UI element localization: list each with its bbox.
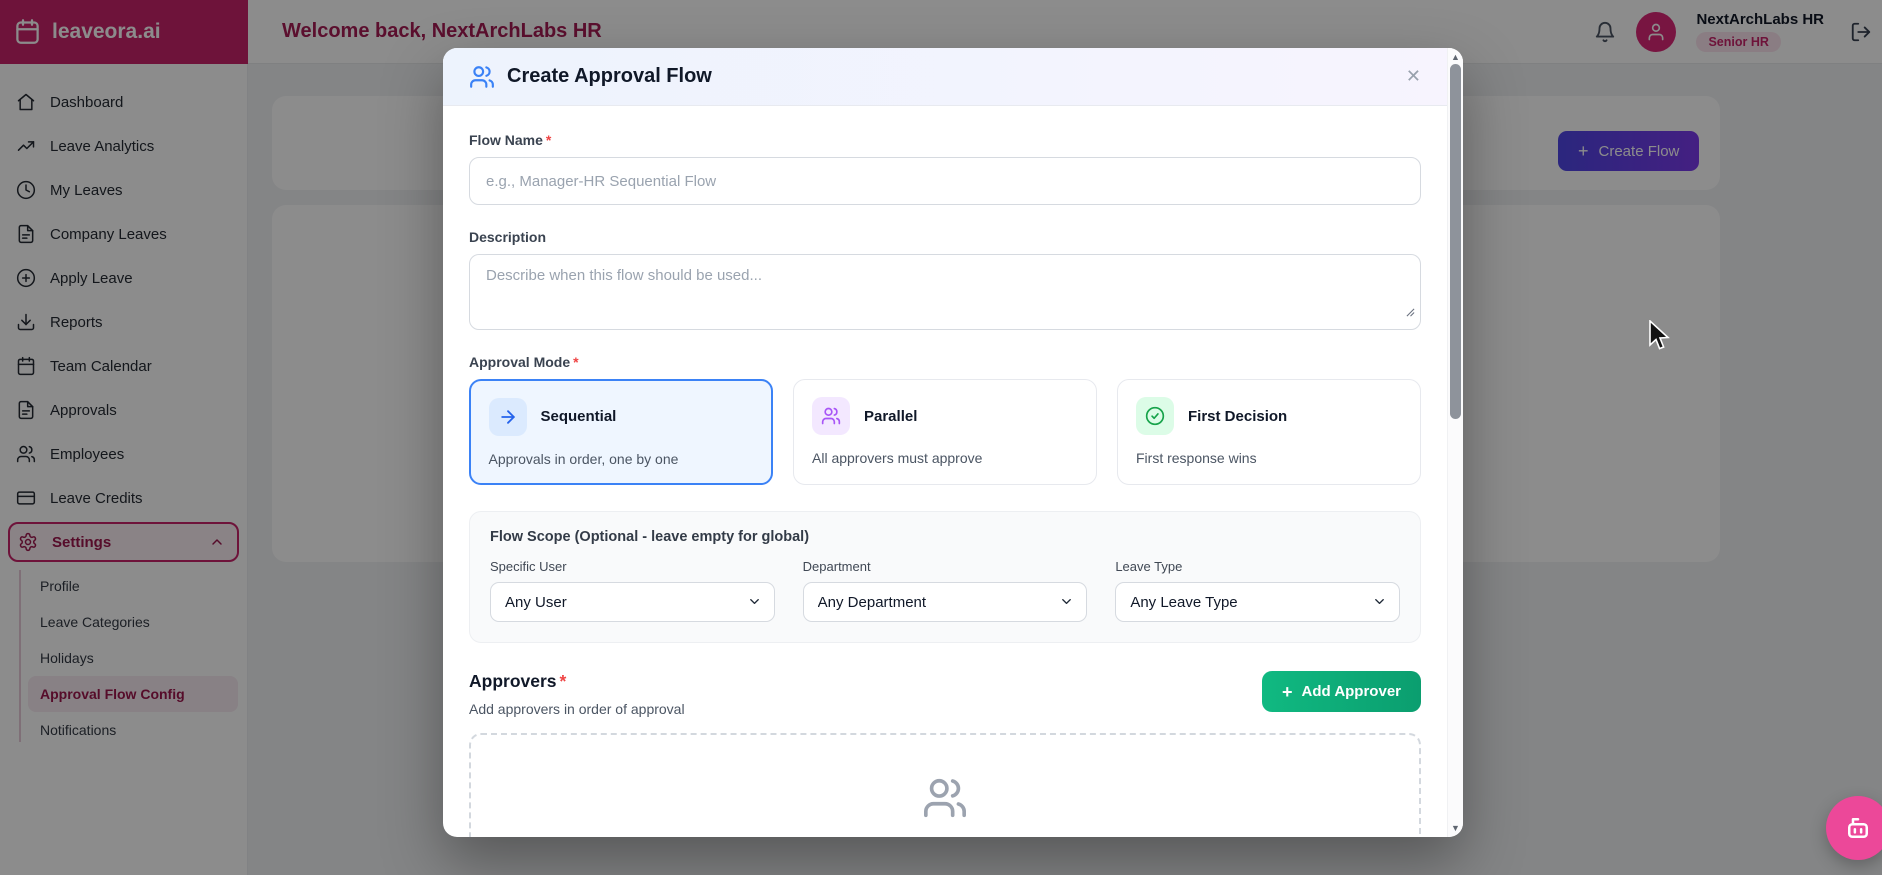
arrow-right-icon — [488, 397, 527, 436]
robot-icon — [1843, 813, 1873, 843]
close-icon: ✕ — [1405, 66, 1421, 86]
required-mark: * — [559, 671, 567, 691]
mode-name: First Decision — [1188, 407, 1288, 425]
approvers-titles: Approvers * Add approvers in order of app… — [469, 671, 685, 717]
add-approver-button[interactable]: + Add Approver — [1262, 671, 1421, 712]
label-text: Approval Mode — [469, 354, 571, 370]
modal-scrollbar[interactable]: ▲ ▼ — [1447, 48, 1463, 837]
flow-name-group: Flow Name * — [469, 132, 1421, 205]
app-root: leaveora.ai Welcome back, NextArchLabs H… — [0, 0, 1882, 875]
mode-desc: All approvers must approve — [812, 450, 983, 466]
description-label: Description — [469, 229, 547, 245]
description-textarea[interactable] — [469, 254, 1421, 330]
close-button[interactable]: ✕ — [1406, 66, 1421, 87]
scroll-down-arrow[interactable]: ▼ — [1448, 823, 1463, 833]
mode-card-head: Parallel — [812, 397, 1078, 435]
leave-type-select[interactable]: Any Leave Type — [1115, 582, 1400, 622]
approvers-empty-dropzone — [469, 733, 1421, 837]
mode-name: Sequential — [540, 408, 617, 425]
resize-handle-icon[interactable] — [1406, 304, 1415, 322]
mode-card-parallel[interactable]: Parallel All approvers must approve — [793, 379, 1097, 485]
required-mark: * — [545, 132, 552, 148]
select-wrap: Any Leave Type — [1115, 582, 1400, 622]
create-approval-flow-modal: Create Approval Flow ✕ Flow Name* Descri… — [443, 48, 1463, 837]
flow-name-input[interactable] — [469, 157, 1421, 205]
mode-card-head: Sequential — [488, 397, 754, 436]
scope-label: Specific User — [490, 559, 567, 574]
flow-name-label: Flow Name * — [469, 132, 1421, 148]
mode-name: Parallel — [864, 407, 918, 425]
scroll-up-arrow[interactable]: ▲ — [1448, 52, 1463, 62]
select-wrap: Any User — [490, 582, 775, 622]
mode-card-head: First Decision — [1136, 397, 1402, 435]
scope-label: Department — [802, 559, 871, 574]
approval-mode-group: Approval Mode * Sequential Approvals in o… — [469, 354, 1421, 485]
approval-mode-label: Approval Mode * — [469, 354, 1421, 370]
mode-card-first-decision[interactable]: First Decision First response wins — [1117, 379, 1421, 485]
approvers-header-row: Approvers * Add approvers in order of app… — [469, 671, 1421, 717]
add-approver-label: Add Approver — [1301, 683, 1401, 700]
chat-fab-button[interactable] — [1826, 796, 1882, 860]
flow-scope-grid: Specific User Any User Department Any De… — [490, 559, 1400, 622]
check-circle-icon — [1136, 397, 1174, 435]
department-select[interactable]: Any Department — [802, 582, 1088, 622]
select-wrap: Any Department — [802, 582, 1088, 622]
description-group: Description — [469, 229, 1421, 330]
mode-card-sequential[interactable]: Sequential Approvals in order, one by on… — [469, 379, 773, 485]
specific-user-select[interactable]: Any User — [490, 582, 775, 622]
scope-label: Leave Type — [1115, 559, 1183, 574]
users-icon — [469, 64, 495, 90]
scrollbar-thumb[interactable] — [1450, 64, 1461, 419]
users-icon — [812, 397, 850, 435]
label-text: Approvers — [469, 671, 557, 691]
flow-scope-panel: Flow Scope (Optional - leave empty for g… — [469, 511, 1421, 643]
plus-icon: + — [1282, 681, 1293, 702]
modal-body: Flow Name* Description Approval Mode* — [443, 106, 1447, 837]
modal-main: Create Approval Flow ✕ Flow Name* Descri… — [443, 48, 1447, 837]
approval-mode-options: Sequential Approvals in order, one by on… — [469, 379, 1421, 485]
scope-field-specific-user: Specific User Any User — [490, 559, 775, 622]
approvers-hint: Add approvers in order of approval — [469, 701, 685, 717]
modal-header: Create Approval Flow ✕ — [443, 48, 1447, 106]
flow-scope-title: Flow Scope (Optional - leave empty for g… — [490, 529, 810, 545]
mode-desc: First response wins — [1136, 450, 1257, 466]
approvers-title: Approvers * — [469, 671, 685, 692]
required-mark: * — [573, 354, 579, 370]
scope-field-leave-type: Leave Type Any Leave Type — [1115, 559, 1400, 622]
modal-title: Create Approval Flow — [507, 65, 712, 87]
description-wrap — [469, 254, 1421, 330]
scope-field-department: Department Any Department — [802, 559, 1088, 622]
label-text: Flow Name — [469, 132, 543, 148]
mode-desc: Approvals in order, one by one — [488, 450, 679, 467]
users-icon — [922, 775, 968, 821]
